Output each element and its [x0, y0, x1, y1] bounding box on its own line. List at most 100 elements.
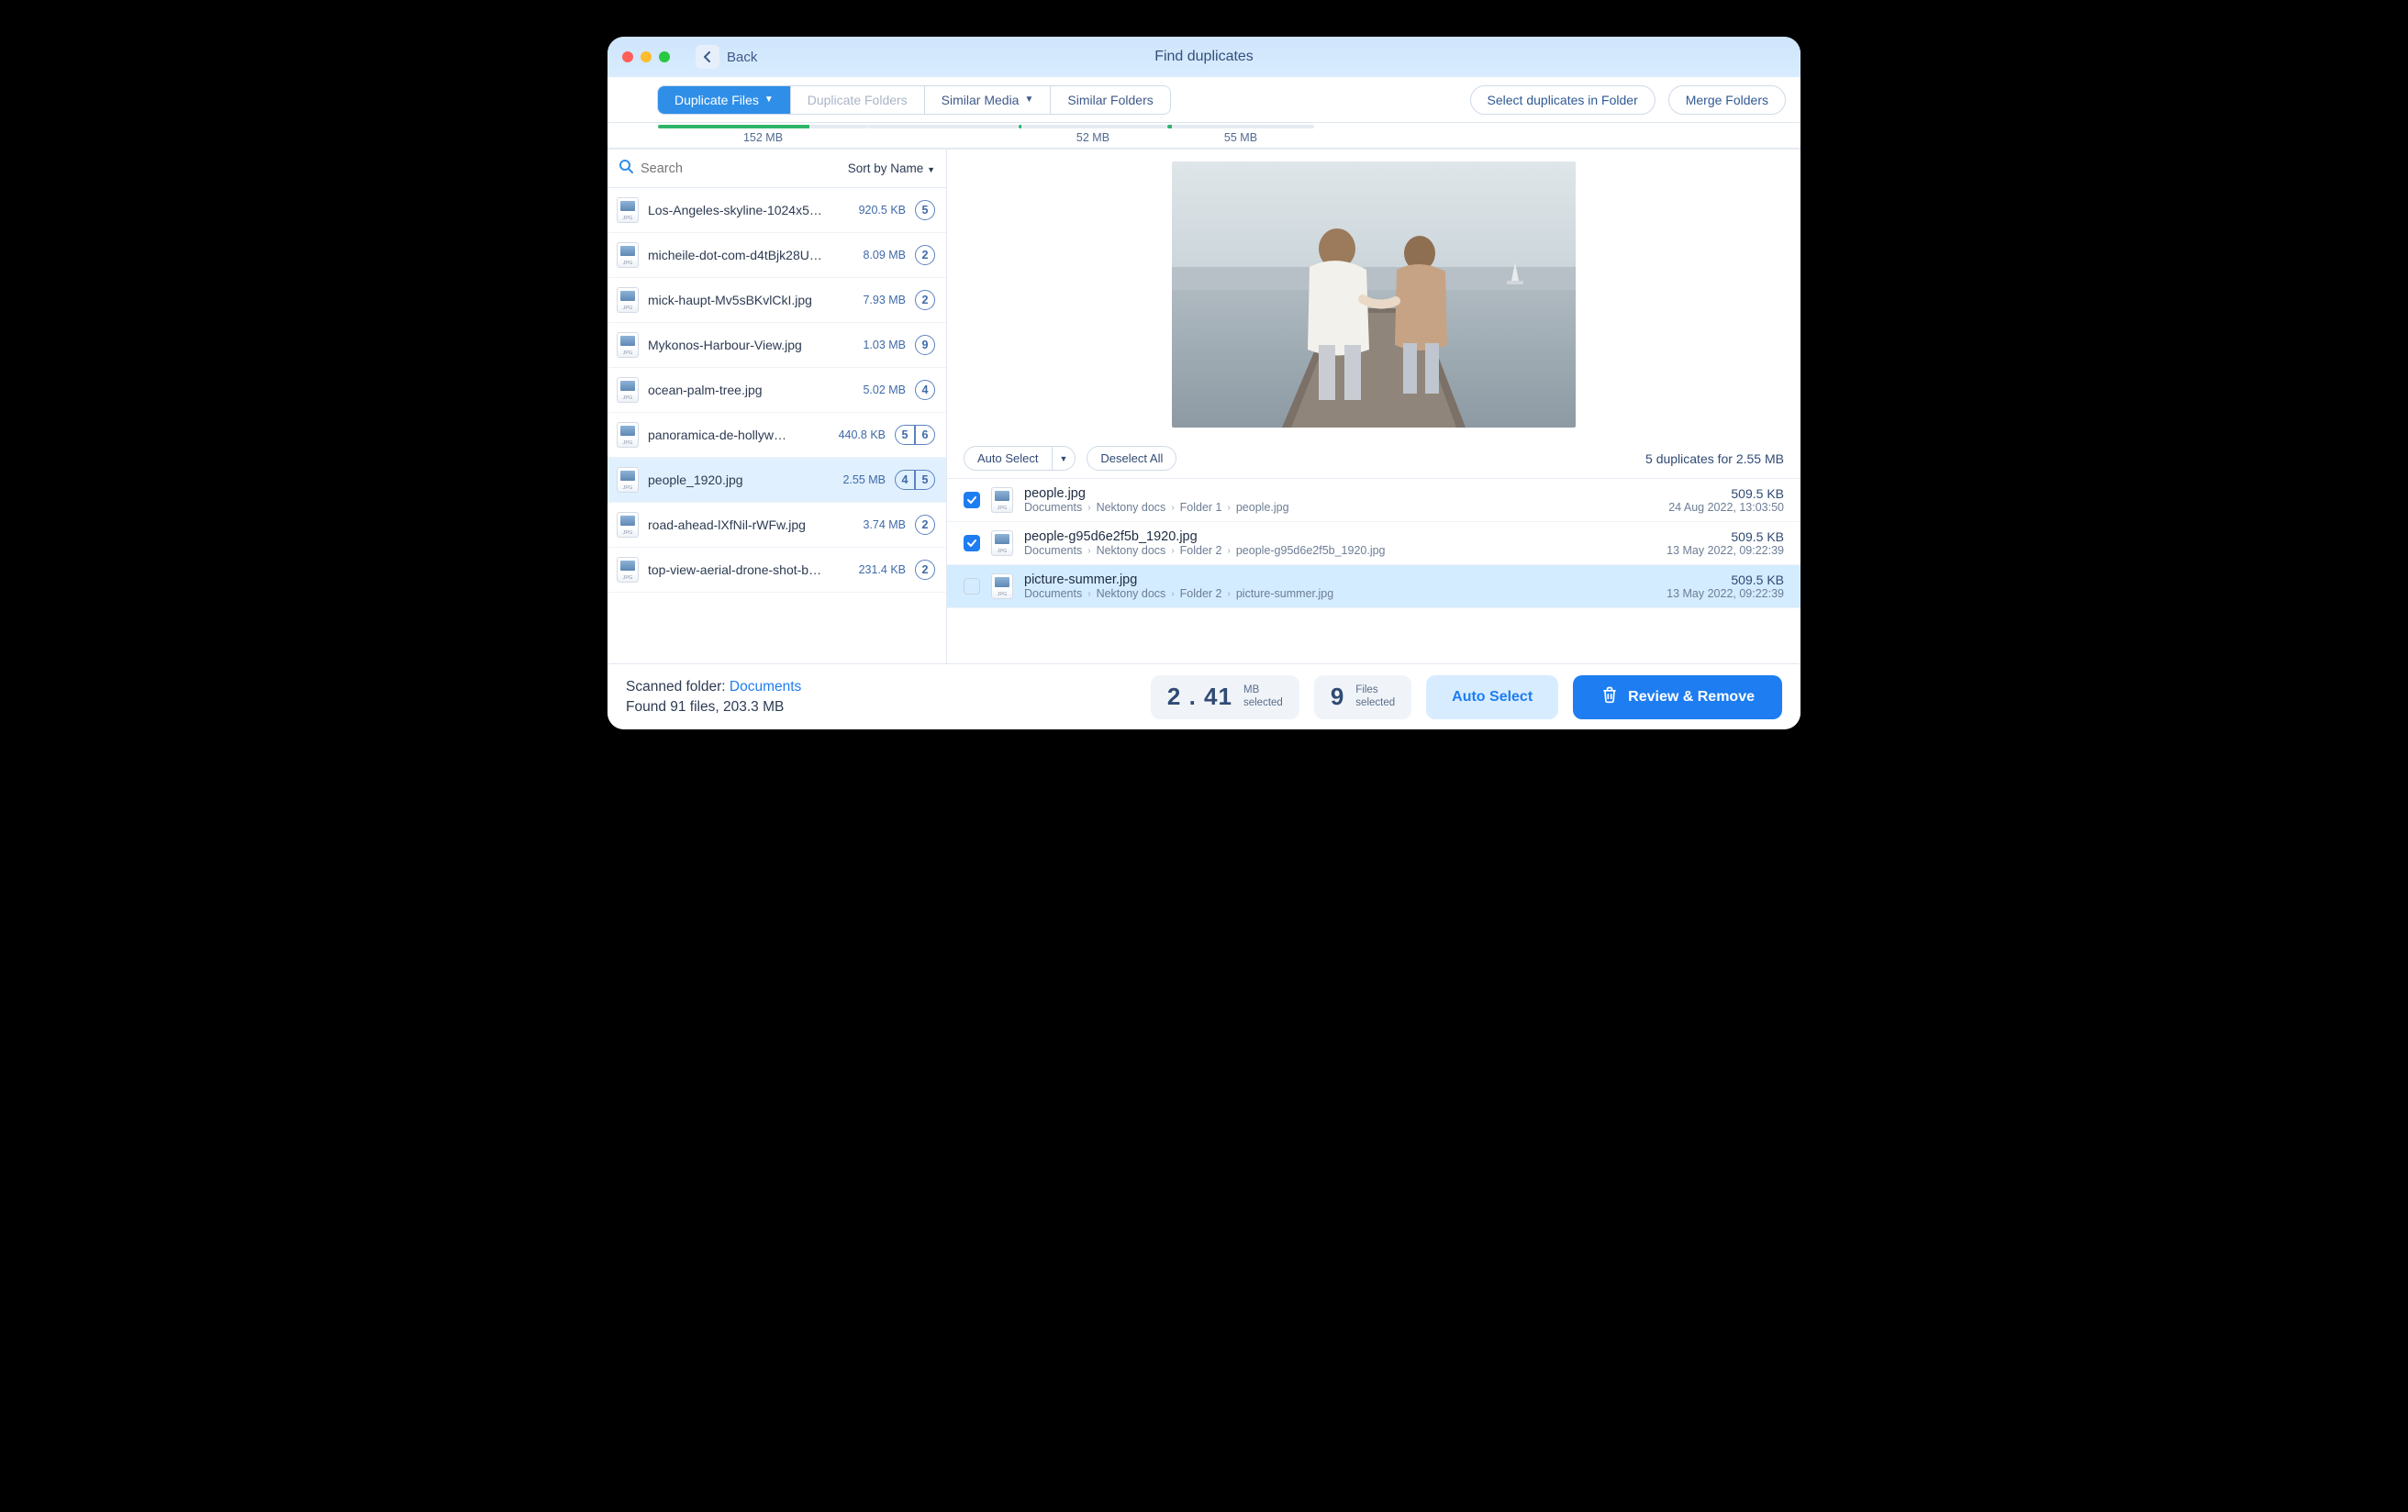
chevron-right-icon: › — [1228, 503, 1231, 513]
review-remove-label: Review & Remove — [1628, 689, 1755, 706]
chevron-right-icon: › — [1171, 503, 1174, 513]
auto-select-button[interactable]: Auto Select — [964, 446, 1052, 471]
stat-value: 9 — [1331, 683, 1344, 711]
size-indicator-row: 152 MB 52 MB 55 MB — [608, 123, 1800, 149]
duplicate-row[interactable]: picture-summer.jpgDocuments›Nektony docs… — [947, 565, 1800, 608]
file-size: 7.93 MB — [849, 294, 906, 306]
duplicate-row[interactable]: people-g95d6e2f5b_1920.jpgDocuments›Nekt… — [947, 522, 1800, 565]
checkbox[interactable] — [964, 535, 980, 551]
duplicate-date: 24 Aug 2022, 13:03:50 — [1668, 501, 1784, 514]
file-thumbnail-icon — [991, 573, 1013, 599]
file-name: people_1920.jpg — [648, 472, 819, 487]
file-thumbnail-icon — [617, 242, 639, 268]
scanned-folder-link[interactable]: Documents — [730, 679, 801, 695]
search-icon — [619, 159, 633, 178]
view-tabs: Duplicate Files ▼ Duplicate Folders Simi… — [657, 85, 1171, 115]
sort-dropdown[interactable]: Sort by Name ▼ — [848, 161, 935, 175]
count-badge: 4 — [915, 380, 935, 400]
chevron-down-icon: ▼ — [1024, 94, 1033, 105]
file-thumbnail-icon — [617, 197, 639, 223]
footer: Scanned folder: Documents Found 91 files… — [608, 663, 1800, 729]
count-badge: 2 — [915, 245, 935, 265]
file-row[interactable]: mick-haupt-Mv5sBKvlCkI.jpg 7.93 MB 2 — [608, 278, 946, 323]
stat-files-selected: 9 Filesselected — [1314, 675, 1411, 719]
auto-select-split-button: Auto Select ▼ — [964, 446, 1076, 471]
selection-toolbar: Auto Select ▼ Deselect All 5 duplicates … — [947, 439, 1800, 479]
deselect-all-button[interactable]: Deselect All — [1087, 446, 1176, 471]
footer-auto-select-button[interactable]: Auto Select — [1426, 675, 1558, 719]
file-row[interactable]: road-ahead-lXfNil-rWFw.jpg3.74 MB2 — [608, 503, 946, 548]
close-window-button[interactable] — [622, 51, 633, 62]
file-thumbnail-icon — [617, 512, 639, 538]
chevron-down-icon: ▼ — [1060, 454, 1068, 463]
detail-panel: Auto Select ▼ Deselect All 5 duplicates … — [947, 150, 1800, 663]
badge-group: 2 — [915, 245, 935, 265]
minimize-window-button[interactable] — [641, 51, 652, 62]
auto-select-dropdown[interactable]: ▼ — [1052, 446, 1076, 471]
search-input[interactable] — [641, 161, 841, 176]
file-row[interactable]: top-view-aerial-drone-shot-b…231.4 KB2 — [608, 548, 946, 593]
file-row[interactable]: Mykonos-Harbour-View.jpg1.03 MB9 — [608, 323, 946, 368]
count-badge: 5 — [915, 200, 935, 220]
count-badge: 2 — [915, 290, 935, 310]
size-label: 52 MB — [1019, 131, 1167, 144]
tab-duplicate-files[interactable]: Duplicate Files ▼ — [658, 86, 791, 114]
breadcrumb-segment: people.jpg — [1236, 501, 1289, 514]
found-summary: Found 91 files, 203.3 MB — [626, 697, 801, 717]
file-name: mick-haupt-Mv5sBKvlCkI.jpg — [648, 293, 840, 307]
badge-group: 4 — [915, 380, 935, 400]
duplicate-size: 509.5 KB — [1668, 486, 1784, 501]
breadcrumb-segment: Documents — [1024, 501, 1082, 514]
file-name: Mykonos-Harbour-View.jpg — [648, 338, 840, 352]
file-row[interactable]: panoramica-de-hollyw…440.8 KB56 — [608, 413, 946, 458]
chevron-right-icon: › — [1171, 589, 1174, 599]
stat-sub: selected — [1355, 697, 1395, 708]
checkbox[interactable] — [964, 492, 980, 508]
zoom-window-button[interactable] — [659, 51, 670, 62]
chevron-right-icon: › — [1087, 589, 1090, 599]
duplicate-info: people-g95d6e2f5b_1920.jpgDocuments›Nekt… — [1024, 529, 1656, 557]
titlebar: Back Find duplicates — [608, 37, 1800, 77]
file-thumbnail-icon — [617, 332, 639, 358]
back-button[interactable]: Back — [686, 41, 766, 72]
select-in-folder-button[interactable]: Select duplicates in Folder — [1470, 85, 1656, 115]
breadcrumb: Documents›Nektony docs›Folder 2›people-g… — [1024, 544, 1656, 557]
merge-folders-button[interactable]: Merge Folders — [1668, 85, 1786, 115]
badge-group: 5 — [915, 200, 935, 220]
file-size: 920.5 KB — [849, 204, 906, 217]
badge-group: 2 — [915, 515, 935, 535]
preview-image — [1172, 161, 1576, 428]
duplicate-row[interactable]: people.jpgDocuments›Nektony docs›Folder … — [947, 479, 1800, 522]
tab-similar-folders[interactable]: Similar Folders — [1051, 86, 1169, 114]
tab-similar-media[interactable]: Similar Media ▼ — [925, 86, 1052, 114]
tab-label: Duplicate Files — [674, 93, 759, 107]
tab-label: Duplicate Folders — [808, 93, 908, 107]
count-badge: 2 — [915, 560, 935, 580]
search-sort-bar: Sort by Name ▼ — [608, 150, 946, 188]
file-row[interactable]: Los-Angeles-skyline-1024x5…920.5 KB5 — [608, 188, 946, 233]
file-row[interactable]: people_1920.jpg2.55 MB45 — [608, 458, 946, 503]
preview-area — [947, 150, 1800, 439]
breadcrumb-segment: Folder 1 — [1180, 501, 1222, 514]
badge-group: 2 — [915, 560, 935, 580]
file-list[interactable]: Los-Angeles-skyline-1024x5…920.5 KB5mich… — [608, 188, 946, 663]
file-size: 5.02 MB — [849, 384, 906, 396]
review-remove-button[interactable]: Review & Remove — [1573, 675, 1782, 719]
checkbox[interactable] — [964, 578, 980, 595]
file-name: panoramica-de-hollyw… — [648, 428, 819, 442]
size-label: 55 MB — [1167, 131, 1314, 144]
file-row[interactable]: ocean-palm-tree.jpg5.02 MB4 — [608, 368, 946, 413]
toolbar: Duplicate Files ▼ Duplicate Folders Simi… — [608, 77, 1800, 123]
scanned-label: Scanned folder: — [626, 679, 730, 695]
badge-group: 56 — [895, 425, 935, 445]
duplicate-info: picture-summer.jpgDocuments›Nektony docs… — [1024, 573, 1656, 600]
duplicate-list[interactable]: people.jpg Documents›Nektony docs›Folder … — [947, 479, 1800, 663]
app-window: Back Find duplicates Duplicate Files ▼ D… — [608, 37, 1800, 729]
duplicate-name: people.jpg — [1024, 486, 1657, 501]
tab-duplicate-folders[interactable]: Duplicate Folders — [791, 86, 925, 114]
chevron-down-icon: ▼ — [764, 94, 774, 105]
count-badge: 4 — [895, 470, 915, 490]
duplicate-meta: 509.5 KB13 May 2022, 09:22:39 — [1667, 573, 1784, 600]
back-label: Back — [727, 50, 757, 65]
file-row[interactable]: micheile-dot-com-d4tBjk28U…8.09 MB2 — [608, 233, 946, 278]
